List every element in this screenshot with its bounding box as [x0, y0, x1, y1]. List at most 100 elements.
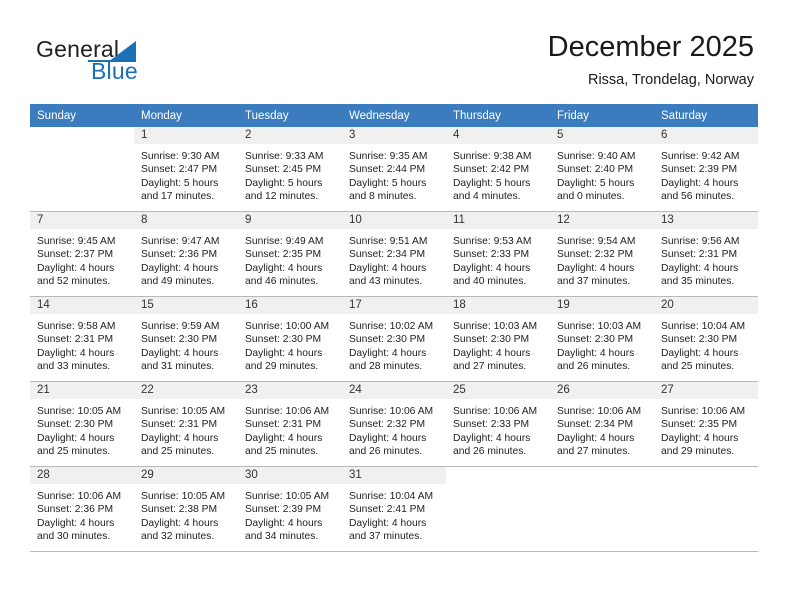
daylight-text-line1: Daylight: 4 hours [37, 262, 115, 274]
day-cell[interactable]: 28 Sunrise: 10:06 AM Sunset: 2:36 PM Day… [30, 466, 134, 552]
day-cell[interactable]: 10 Sunrise: 9:51 AM Sunset: 2:34 PM Dayl… [342, 211, 446, 297]
day-cell[interactable]: 9 Sunrise: 9:49 AM Sunset: 2:35 PM Dayli… [238, 211, 342, 297]
sunrise-text: Sunrise: 9:42 AM [661, 151, 740, 162]
weekday-header-friday: Friday [550, 104, 654, 127]
day-number: 30 [238, 467, 342, 484]
calendar-week-row: 7 Sunrise: 9:45 AM Sunset: 2:37 PM Dayli… [30, 211, 758, 297]
day-number: 25 [446, 382, 550, 399]
day-cell[interactable]: 24 Sunrise: 10:06 AM Sunset: 2:32 PM Day… [342, 381, 446, 467]
calendar-week-row: 21 Sunrise: 10:05 AM Sunset: 2:30 PM Day… [30, 381, 758, 467]
sunrise-text: Sunrise: 9:54 AM [557, 236, 636, 247]
day-cell[interactable]: 7 Sunrise: 9:45 AM Sunset: 2:37 PM Dayli… [30, 211, 134, 297]
sunset-text: Sunset: 2:30 PM [245, 334, 322, 346]
day-cell[interactable]: 16 Sunrise: 10:00 AM Sunset: 2:30 PM Day… [238, 296, 342, 382]
day-number: 16 [238, 297, 342, 314]
day-cell[interactable]: 17 Sunrise: 10:02 AM Sunset: 2:30 PM Day… [342, 296, 446, 382]
sunset-text: Sunset: 2:41 PM [349, 504, 426, 516]
sunset-text: Sunset: 2:40 PM [557, 164, 634, 176]
daylight-text-line1: Daylight: 4 hours [661, 432, 739, 444]
sunset-text: Sunset: 2:36 PM [37, 504, 114, 516]
sunrise-text: Sunrise: 9:58 AM [37, 321, 116, 332]
day-cell[interactable]: 2 Sunrise: 9:33 AM Sunset: 2:45 PM Dayli… [238, 127, 342, 212]
day-cell[interactable]: 13 Sunrise: 9:56 AM Sunset: 2:31 PM Dayl… [654, 211, 758, 297]
day-info: Sunrise: 9:51 AM Sunset: 2:34 PM Dayligh… [342, 229, 446, 288]
day-info: Sunrise: 10:06 AM Sunset: 2:36 PM Daylig… [30, 484, 134, 543]
weekday-header-wednesday: Wednesday [342, 104, 446, 127]
day-cell[interactable]: 30 Sunrise: 10:05 AM Sunset: 2:39 PM Day… [238, 466, 342, 552]
day-number: 2 [238, 127, 342, 144]
day-info: Sunrise: 9:54 AM Sunset: 2:32 PM Dayligh… [550, 229, 654, 288]
sunrise-text: Sunrise: 10:04 AM [349, 491, 434, 502]
day-number: 14 [30, 297, 134, 314]
calendar-grid: Sunday Monday Tuesday Wednesday Thursday… [30, 104, 758, 552]
day-cell[interactable]: 18 Sunrise: 10:03 AM Sunset: 2:30 PM Day… [446, 296, 550, 382]
day-cell-empty [446, 466, 550, 552]
calendar-week-row: 28 Sunrise: 10:06 AM Sunset: 2:36 PM Day… [30, 466, 758, 552]
day-cell-empty [550, 466, 654, 552]
day-info: Sunrise: 9:58 AM Sunset: 2:31 PM Dayligh… [30, 314, 134, 373]
day-cell[interactable]: 26 Sunrise: 10:06 AM Sunset: 2:34 PM Day… [550, 381, 654, 467]
day-cell[interactable]: 11 Sunrise: 9:53 AM Sunset: 2:33 PM Dayl… [446, 211, 550, 297]
day-cell[interactable]: 3 Sunrise: 9:35 AM Sunset: 2:44 PM Dayli… [342, 127, 446, 212]
day-cell[interactable]: 27 Sunrise: 10:06 AM Sunset: 2:35 PM Day… [654, 381, 758, 467]
day-number: 18 [446, 297, 550, 314]
daylight-text-line1: Daylight: 4 hours [37, 347, 115, 359]
day-cell[interactable]: 23 Sunrise: 10:06 AM Sunset: 2:31 PM Day… [238, 381, 342, 467]
daylight-text-line2: and 37 minutes. [349, 530, 423, 542]
daylight-text-line1: Daylight: 4 hours [349, 432, 427, 444]
day-cell[interactable]: 8 Sunrise: 9:47 AM Sunset: 2:36 PM Dayli… [134, 211, 238, 297]
daylight-text-line1: Daylight: 4 hours [349, 347, 427, 359]
day-cell[interactable]: 25 Sunrise: 10:06 AM Sunset: 2:33 PM Day… [446, 381, 550, 467]
weekday-header-row: Sunday Monday Tuesday Wednesday Thursday… [30, 104, 758, 127]
day-cell[interactable]: 1 Sunrise: 9:30 AM Sunset: 2:47 PM Dayli… [134, 127, 238, 212]
daylight-text-line2: and 29 minutes. [245, 360, 319, 372]
sunrise-text: Sunrise: 9:51 AM [349, 236, 428, 247]
daylight-text-line1: Daylight: 4 hours [661, 262, 739, 274]
calendar-body: 1 Sunrise: 9:30 AM Sunset: 2:47 PM Dayli… [30, 127, 758, 552]
day-number: 20 [654, 297, 758, 314]
daylight-text-line1: Daylight: 4 hours [141, 347, 219, 359]
day-info: Sunrise: 9:42 AM Sunset: 2:39 PM Dayligh… [654, 144, 758, 203]
daylight-text-line2: and 33 minutes. [37, 360, 111, 372]
day-cell[interactable]: 19 Sunrise: 10:03 AM Sunset: 2:30 PM Day… [550, 296, 654, 382]
day-cell[interactable]: 31 Sunrise: 10:04 AM Sunset: 2:41 PM Day… [342, 466, 446, 552]
day-cell[interactable]: 14 Sunrise: 9:58 AM Sunset: 2:31 PM Dayl… [30, 296, 134, 382]
sunrise-text: Sunrise: 10:06 AM [557, 406, 642, 417]
sunset-text: Sunset: 2:45 PM [245, 164, 322, 176]
day-cell-empty [654, 466, 758, 552]
sunset-text: Sunset: 2:30 PM [37, 419, 114, 431]
day-cell[interactable]: 22 Sunrise: 10:05 AM Sunset: 2:31 PM Day… [134, 381, 238, 467]
sunset-text: Sunset: 2:37 PM [37, 249, 114, 261]
day-number: 27 [654, 382, 758, 399]
day-cell[interactable]: 15 Sunrise: 9:59 AM Sunset: 2:30 PM Dayl… [134, 296, 238, 382]
sunrise-text: Sunrise: 9:47 AM [141, 236, 220, 247]
sunrise-text: Sunrise: 9:59 AM [141, 321, 220, 332]
day-cell[interactable]: 21 Sunrise: 10:05 AM Sunset: 2:30 PM Day… [30, 381, 134, 467]
daylight-text-line1: Daylight: 4 hours [557, 262, 635, 274]
day-info: Sunrise: 9:45 AM Sunset: 2:37 PM Dayligh… [30, 229, 134, 288]
sunrise-text: Sunrise: 10:02 AM [349, 321, 434, 332]
daylight-text-line2: and 49 minutes. [141, 275, 215, 287]
daylight-text-line2: and 25 minutes. [245, 445, 319, 457]
day-number: 12 [550, 212, 654, 229]
day-info: Sunrise: 10:05 AM Sunset: 2:39 PM Daylig… [238, 484, 342, 543]
weekday-header-saturday: Saturday [654, 104, 758, 127]
daylight-text-line2: and 25 minutes. [141, 445, 215, 457]
day-cell[interactable]: 12 Sunrise: 9:54 AM Sunset: 2:32 PM Dayl… [550, 211, 654, 297]
day-cell[interactable]: 29 Sunrise: 10:05 AM Sunset: 2:38 PM Day… [134, 466, 238, 552]
day-cell[interactable]: 4 Sunrise: 9:38 AM Sunset: 2:42 PM Dayli… [446, 127, 550, 212]
daylight-text-line1: Daylight: 4 hours [141, 262, 219, 274]
day-cell[interactable]: 20 Sunrise: 10:04 AM Sunset: 2:30 PM Day… [654, 296, 758, 382]
day-info: Sunrise: 10:06 AM Sunset: 2:33 PM Daylig… [446, 399, 550, 458]
day-cell[interactable]: 5 Sunrise: 9:40 AM Sunset: 2:40 PM Dayli… [550, 127, 654, 212]
day-number: 31 [342, 467, 446, 484]
general-blue-logo[interactable]: General Blue [36, 36, 246, 92]
day-cell[interactable]: 6 Sunrise: 9:42 AM Sunset: 2:39 PM Dayli… [654, 127, 758, 212]
day-number: 3 [342, 127, 446, 144]
day-info: Sunrise: 10:04 AM Sunset: 2:30 PM Daylig… [654, 314, 758, 373]
sunset-text: Sunset: 2:34 PM [557, 419, 634, 431]
day-info: Sunrise: 9:59 AM Sunset: 2:30 PM Dayligh… [134, 314, 238, 373]
day-number: 28 [30, 467, 134, 484]
location-subtitle: Rissa, Trondelag, Norway [587, 72, 754, 88]
sunrise-text: Sunrise: 9:30 AM [141, 151, 220, 162]
